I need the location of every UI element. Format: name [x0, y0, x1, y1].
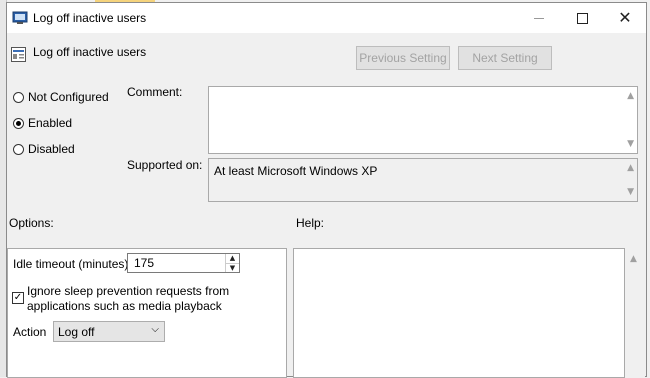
idle-timeout-stepper[interactable]: 175 ▲ ▼	[127, 253, 240, 273]
radio-label: Not Configured	[28, 90, 109, 104]
scroll-up-icon[interactable]: ▲	[627, 91, 634, 101]
scroll-down-icon[interactable]: ▼	[627, 139, 634, 149]
radio-label: Disabled	[28, 142, 75, 156]
spin-up-icon[interactable]: ▲	[226, 254, 239, 264]
minimize-icon	[534, 17, 544, 19]
help-label: Help:	[296, 216, 325, 230]
previous-setting-button[interactable]: Previous Setting	[356, 46, 450, 70]
ignore-sleep-label-line1: Ignore sleep prevention requests from	[27, 284, 230, 298]
minimize-button[interactable]	[517, 3, 561, 33]
action-label: Action	[13, 325, 47, 339]
options-panel: Idle timeout (minutes) 175 ▲ ▼ ✓ Ignore …	[7, 248, 287, 378]
close-button[interactable]: ✕	[603, 3, 647, 33]
help-panel	[293, 248, 625, 378]
radio-not-configured[interactable]: Not Configured	[13, 90, 109, 104]
setting-icon	[11, 47, 26, 62]
radio-circle[interactable]	[13, 91, 24, 103]
radio-circle[interactable]	[13, 143, 24, 155]
scroll-down-icon[interactable]: ▼	[627, 187, 634, 197]
policy-name: Log off inactive users	[33, 45, 147, 59]
next-setting-button[interactable]: Next Setting	[458, 46, 552, 70]
policy-icon	[12, 11, 28, 24]
radio-disabled[interactable]: Disabled	[13, 142, 75, 156]
maximize-button[interactable]	[560, 3, 604, 33]
idle-timeout-label: Idle timeout (minutes)	[13, 257, 129, 271]
help-scrollbar[interactable]: ▲	[625, 248, 645, 378]
radio-circle[interactable]	[13, 117, 24, 129]
ignore-sleep-label-line2: applications such as media playback	[27, 299, 222, 313]
maximize-icon	[576, 12, 588, 24]
close-icon: ✕	[618, 8, 632, 27]
comment-label: Comment:	[127, 85, 183, 99]
comment-field[interactable]: ▲ ▼	[208, 86, 638, 154]
supported-on-value: At least Microsoft Windows XP	[214, 164, 378, 178]
spin-down-icon[interactable]: ▼	[226, 264, 239, 273]
radio-label: Enabled	[28, 116, 73, 130]
spin-buttons: ▲ ▼	[225, 254, 239, 272]
options-label: Options:	[9, 216, 54, 230]
supported-on-label: Supported on:	[127, 158, 203, 172]
radio-enabled[interactable]: Enabled	[13, 116, 72, 130]
check-icon: ✓	[13, 292, 23, 303]
window-title: Log off inactive users	[33, 11, 147, 25]
action-select[interactable]: Log off ⌵	[53, 321, 165, 342]
radio-selected-dot	[16, 120, 21, 126]
scroll-up-icon[interactable]: ▲	[627, 163, 634, 173]
supported-on-field: At least Microsoft Windows XP ▲ ▼	[208, 158, 638, 202]
title-bar: Log off inactive users ✕	[7, 3, 646, 33]
chevron-down-icon: ⌵	[151, 324, 159, 335]
ignore-sleep-checkbox[interactable]: ✓	[12, 292, 24, 304]
action-value: Log off	[58, 325, 95, 339]
policy-dialog: Log off inactive users ✕ Log off inactiv…	[6, 2, 647, 378]
scroll-up-icon[interactable]: ▲	[630, 254, 637, 264]
idle-timeout-value: 175	[134, 256, 155, 270]
